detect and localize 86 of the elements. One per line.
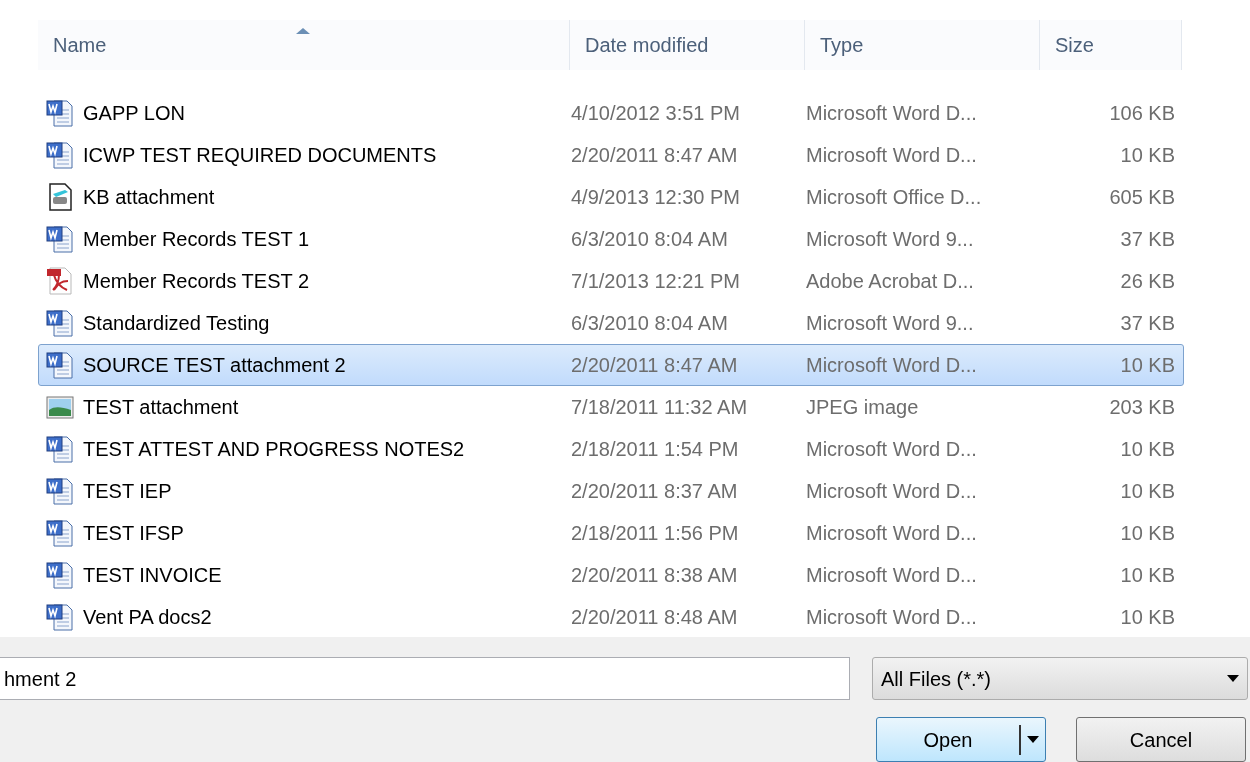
file-type: Microsoft Word D...: [806, 354, 977, 376]
file-name: Member Records TEST 1: [83, 227, 309, 252]
file-type: JPEG image: [806, 396, 919, 418]
word-document-icon: [45, 560, 75, 590]
open-button[interactable]: Open: [876, 717, 1046, 762]
file-type: Microsoft Word D...: [806, 438, 977, 460]
file-type: Microsoft Word 9...: [806, 312, 974, 334]
word-document-icon: [45, 518, 75, 548]
file-size: 10 KB: [1120, 564, 1175, 586]
file-row[interactable]: Member Records TEST 1 6/3/2010 8:04 AM Microsoft Word 9... 37 KB: [38, 218, 1184, 260]
file-size: 26 KB: [1120, 270, 1175, 292]
file-type: Microsoft Word D...: [806, 564, 977, 586]
file-type: Microsoft Word D...: [806, 102, 977, 124]
file-size: 37 KB: [1120, 228, 1175, 250]
dropdown-caret-icon: [1227, 675, 1239, 682]
file-row[interactable]: TEST IFSP 2/18/2011 1:56 PM Microsoft Word D... 10 KB: [38, 512, 1184, 554]
word-document-icon: [45, 308, 75, 338]
date-modified: 2/20/2011 8:37 AM: [571, 480, 738, 502]
file-type: Microsoft Word D...: [806, 480, 977, 502]
file-size: 10 KB: [1120, 522, 1175, 544]
file-row[interactable]: Member Records TEST 2 7/1/2013 12:21 PM Adobe Acrobat D... 26 KB: [38, 260, 1184, 302]
file-name: TEST INVOICE: [83, 563, 222, 588]
file-name: Standardized Testing: [83, 311, 270, 336]
date-modified: 2/20/2011 8:48 AM: [571, 606, 738, 628]
date-modified: 6/3/2010 8:04 AM: [571, 228, 728, 250]
file-size: 10 KB: [1120, 606, 1175, 628]
size-column-header[interactable]: Size: [1040, 20, 1182, 70]
date-modified: 2/18/2011 1:56 PM: [571, 522, 739, 544]
cancel-button[interactable]: Cancel: [1076, 717, 1246, 762]
date-modified: 4/9/2013 12:30 PM: [571, 186, 740, 208]
file-size: 10 KB: [1120, 438, 1175, 460]
file-type: Microsoft Word D...: [806, 606, 977, 628]
date-modified: 6/3/2010 8:04 AM: [571, 312, 728, 334]
file-row[interactable]: Standardized Testing 6/3/2010 8:04 AM Microsoft Word 9... 37 KB: [38, 302, 1184, 344]
date-modified: 2/18/2011 1:54 PM: [571, 438, 739, 460]
file-name: Member Records TEST 2: [83, 269, 309, 294]
date-column-header[interactable]: Date modified: [570, 20, 805, 70]
file-row[interactable]: TEST IEP 2/20/2011 8:37 AM Microsoft Word D... 10 KB: [38, 470, 1184, 512]
word-document-icon: [45, 224, 75, 254]
file-size: 106 KB: [1109, 102, 1175, 124]
file-name: SOURCE TEST attachment 2: [83, 353, 346, 378]
sort-icon: [295, 26, 311, 35]
file-type: Microsoft Office D...: [806, 186, 982, 208]
word-document-icon: [45, 98, 75, 128]
file-row[interactable]: ICWP TEST REQUIRED DOCUMENTS 2/20/2011 8:47 AM Microsoft Word D... 10 KB: [38, 134, 1184, 176]
date-modified: 2/20/2011 8:47 AM: [571, 354, 738, 376]
pdf-document-icon: [45, 266, 75, 296]
date-modified: 2/20/2011 8:38 AM: [571, 564, 738, 586]
word-document-icon: [45, 140, 75, 170]
file-name: GAPP LON: [83, 101, 185, 126]
date-modified: 2/20/2011 8:47 AM: [571, 144, 738, 166]
file-row[interactable]: TEST ATTEST AND PROGRESS NOTES2 2/18/2011 1:54 PM Microsoft Word D... 10 KB: [38, 428, 1184, 470]
file-name-field[interactable]: hment 2: [0, 657, 850, 700]
file-name: TEST IEP: [83, 479, 172, 504]
file-row[interactable]: TEST attachment 7/18/2011 11:32 AM JPEG image 203 KB: [38, 386, 1184, 428]
file-type: Microsoft Word 9...: [806, 228, 974, 250]
file-row[interactable]: SOURCE TEST attachment 2 2/20/2011 8:47 AM Microsoft Word D... 10 KB: [38, 344, 1184, 386]
file-size: 10 KB: [1120, 354, 1175, 376]
word-document-icon: [45, 350, 75, 380]
file-row[interactable]: Vent PA docs2 2/20/2011 8:48 AM Microsoft Word D... 10 KB: [38, 596, 1184, 638]
word-document-icon: [45, 434, 75, 464]
file-size: 203 KB: [1109, 396, 1175, 418]
file-type: Microsoft Word D...: [806, 144, 977, 166]
file-row[interactable]: KB attachment 4/9/2013 12:30 PM Microsoft Office D... 605 KB: [38, 176, 1184, 218]
file-size: 10 KB: [1120, 144, 1175, 166]
file-size: 37 KB: [1120, 312, 1175, 334]
file-name: TEST attachment: [83, 395, 239, 420]
file-name: KB attachment: [83, 185, 215, 210]
file-name: Vent PA docs2: [83, 605, 212, 630]
date-modified: 4/10/2012 3:51 PM: [571, 102, 740, 124]
type-column-header[interactable]: Type: [805, 20, 1040, 70]
file-type: Microsoft Word D...: [806, 522, 977, 544]
file-size: 605 KB: [1109, 186, 1175, 208]
word-document-icon: [45, 602, 75, 632]
dropdown-caret-icon: [1027, 736, 1039, 743]
date-modified: 7/1/2013 12:21 PM: [571, 270, 740, 292]
file-row[interactable]: GAPP LON 4/10/2012 3:51 PM Microsoft Word D... 106 KB: [38, 92, 1184, 134]
file-name: TEST ATTEST AND PROGRESS NOTES2: [83, 437, 465, 462]
word-document-icon: [45, 476, 75, 506]
file-type-dropdown[interactable]: All Files (*.*): [872, 657, 1248, 700]
file-name: ICWP TEST REQUIRED DOCUMENTS: [83, 143, 437, 168]
file-size: 10 KB: [1120, 480, 1175, 502]
file-name: TEST IFSP: [83, 521, 184, 546]
file-type: Adobe Acrobat D...: [806, 270, 974, 292]
file-row[interactable]: TEST INVOICE 2/20/2011 8:38 AM Microsoft Word D... 10 KB: [38, 554, 1184, 596]
date-modified: 7/18/2011 11:32 AM: [571, 396, 748, 418]
